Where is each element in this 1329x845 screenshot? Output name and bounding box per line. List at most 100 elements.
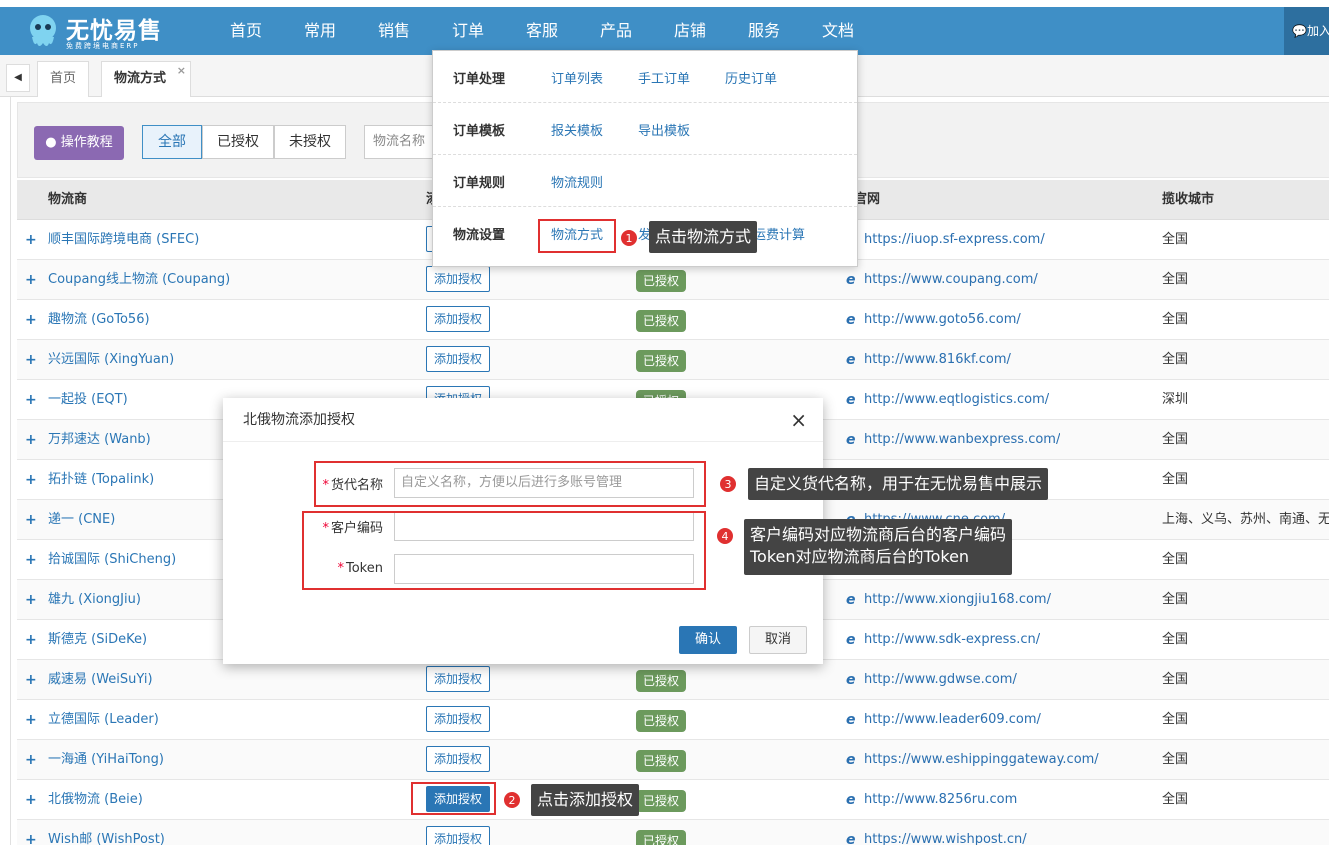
add-authorization-button[interactable]: 添加授权 [426,266,491,292]
expand-plus-icon[interactable]: + [25,420,37,460]
provider-name[interactable]: 拓扑链 (Topalink) [48,460,154,500]
add-authorization-button[interactable]: 添加授权 [426,666,491,692]
provider-name[interactable]: Wish邮 (WishPost) [48,820,165,845]
nav-orders[interactable]: 订单 [431,7,505,55]
provider-name[interactable]: 趣物流 (GoTo56) [48,300,150,340]
close-icon[interactable]: × [790,408,807,432]
provider-name[interactable]: 立德国际 (Leader) [48,700,159,740]
website-link[interactable]: http://www.sdk-express.cn/ [864,620,1040,660]
website-link[interactable]: https://www.wishpost.cn/ [864,820,1027,845]
website-link[interactable]: http://www.gdwse.com/ [864,660,1017,700]
provider-name[interactable]: 威速易 (WeiSuYi) [48,660,153,700]
menu-customs-template[interactable]: 报关模板 [551,103,603,161]
menu-order-list[interactable]: 订单列表 [551,51,603,109]
tab-logistics-methods[interactable]: 物流方式 × [101,61,191,98]
status-badge: 已授权 [636,310,687,332]
website-link[interactable]: https://iuop.sf-express.com/ [864,220,1045,260]
expand-plus-icon[interactable]: + [25,660,37,700]
nav-docs[interactable]: 文档 [801,7,875,55]
expand-plus-icon[interactable]: + [25,780,37,820]
tab-scroll-left-icon[interactable]: ◀ [6,64,30,92]
expand-plus-icon[interactable]: + [25,220,37,260]
nav-stores[interactable]: 店铺 [653,7,727,55]
add-authorization-button[interactable]: 添加授权 [426,706,491,732]
confirm-button[interactable]: 确认 [679,626,737,654]
pickup-city: 全国 [1162,272,1189,287]
menu-logistics-rules[interactable]: 物流规则 [551,155,603,213]
filter-all[interactable]: 全部 [142,125,202,159]
pickup-city: 全国 [1162,432,1189,447]
dialog-title: 北俄物流添加授权 [243,412,355,428]
nav-sales[interactable]: 销售 [357,7,431,55]
join-chat-button[interactable]: 💬加入 [1284,7,1329,55]
tutorial-button[interactable]: ● 操作教程 [34,126,124,160]
menu-history-order[interactable]: 历史订单 [725,51,777,109]
tab-close-icon[interactable]: × [177,54,186,88]
expand-plus-icon[interactable]: + [25,540,37,580]
provider-name[interactable]: 兴远国际 (XingYuan) [48,340,174,380]
app-logo[interactable]: 无忧易售 免费跨境电商ERP [24,11,174,55]
mascot-logo-icon [30,15,56,46]
provider-name[interactable]: 斯德克 (SiDeKe) [48,620,147,660]
tab-home[interactable]: 首页 [37,61,90,97]
nav-customer-service[interactable]: 客服 [505,7,579,55]
expand-plus-icon[interactable]: + [25,700,37,740]
expand-plus-icon[interactable]: + [25,260,37,300]
provider-name[interactable]: 顺丰国际跨境电商 (SFEC) [48,220,199,260]
expand-plus-icon[interactable]: + [25,580,37,620]
provider-name[interactable]: Coupang线上物流 (Coupang) [48,260,230,300]
provider-name[interactable]: 一起投 (EQT) [48,380,128,420]
filter-authorized[interactable]: 已授权 [202,125,274,159]
expand-plus-icon[interactable]: + [25,500,37,540]
highlight-add-auth-button [411,782,496,815]
cancel-button[interactable]: 取消 [749,626,807,654]
table-row: + 北俄物流 (Beie) 添加授权 已授权 e http://www.8256ru.co… [17,780,1329,820]
expand-plus-icon[interactable]: + [25,340,37,380]
add-authorization-button[interactable]: 添加授权 [426,746,491,772]
provider-name[interactable]: 万邦速达 (Wanb) [48,420,151,460]
callout-step-2: 点击添加授权 [531,784,640,816]
add-authorization-button[interactable]: 添加授权 [426,346,491,372]
expand-plus-icon[interactable]: + [25,380,37,420]
nav-common[interactable]: 常用 [283,7,357,55]
website-link[interactable]: http://www.goto56.com/ [864,300,1021,340]
website-link[interactable]: https://www.coupang.com/ [864,260,1038,300]
website-link[interactable]: http://www.wanbexpress.com/ [864,420,1060,460]
website-link[interactable]: http://www.xiongjiu168.com/ [864,580,1051,620]
browser-link-icon: e [846,392,856,408]
provider-name[interactable]: 雄九 (XiongJiu) [48,580,141,620]
nav-services[interactable]: 服务 [727,7,801,55]
pickup-city: 全国 [1162,232,1189,247]
provider-name[interactable]: 北俄物流 (Beie) [48,780,143,820]
pickup-city: 全国 [1162,712,1189,727]
browser-link-icon: e [846,592,856,608]
website-link[interactable]: http://www.8256ru.com [864,780,1017,820]
filter-unauthorized[interactable]: 未授权 [274,125,346,159]
website-link[interactable]: https://www.eshippinggateway.com/ [864,740,1099,780]
add-authorization-button[interactable]: 添加授权 [426,826,491,845]
expand-plus-icon[interactable]: + [25,740,37,780]
browser-link-icon: e [846,712,856,728]
menu-group-title: 物流设置 [453,228,506,243]
callout-step-1: 点击物流方式 [649,221,758,253]
nav-home[interactable]: 首页 [209,7,283,55]
website-link[interactable]: http://www.816kf.com/ [864,340,1011,380]
menu-freight-calc[interactable]: 运费计算 [753,207,805,265]
website-link[interactable]: http://www.eqtlogistics.com/ [864,380,1049,420]
table-row: + 兴远国际 (XingYuan) 添加授权 已授权 e http://www.816kf… [17,340,1329,380]
expand-plus-icon[interactable]: + [25,460,37,500]
expand-plus-icon[interactable]: + [25,620,37,660]
expand-plus-icon[interactable]: + [25,820,37,845]
menu-export-template[interactable]: 导出模板 [638,103,690,161]
provider-name[interactable]: 拾诚国际 (ShiCheng) [48,540,176,580]
expand-plus-icon[interactable]: + [25,300,37,340]
add-authorization-button[interactable]: 添加授权 [426,306,491,332]
logo-subtitle: 免费跨境电商ERP [66,42,140,50]
lightbulb-icon: ● [45,135,57,150]
website-link[interactable]: http://www.leader609.com/ [864,700,1041,740]
nav-products[interactable]: 产品 [579,7,653,55]
menu-manual-order[interactable]: 手工订单 [638,51,690,109]
pickup-city: 全国 [1162,792,1189,807]
provider-name[interactable]: 递一 (CNE) [48,500,115,540]
provider-name[interactable]: 一海通 (YiHaiTong) [48,740,164,780]
